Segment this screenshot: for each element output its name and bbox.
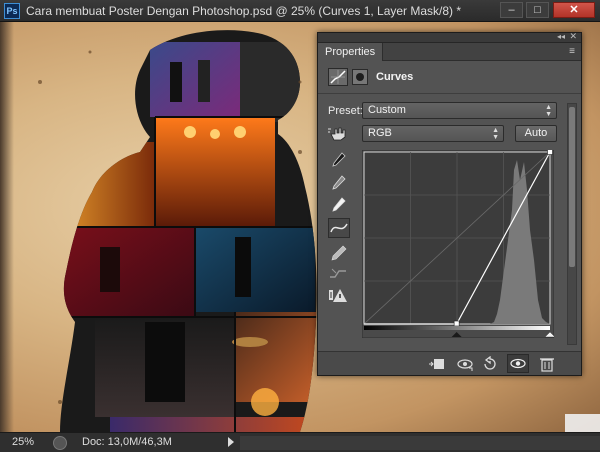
panel-tab-bar: Properties ≡ [318,43,581,61]
preset-label: Preset: [328,105,363,117]
close-button[interactable]: ✕ [553,2,595,18]
curves-adjustment-icon[interactable] [328,68,348,86]
curve-point-white[interactable] [547,150,553,155]
document-size: Doc: 13,0M/46,3M [82,436,172,448]
status-bar: 25% Doc: 13,0M/46,3M [0,432,600,452]
divider [318,93,581,94]
visibility-toggle[interactable] [507,354,529,373]
adjustment-header: Curves [328,68,568,88]
input-gradient-bar [364,326,550,330]
properties-panel[interactable]: ◂◂ ✕ Properties ≡ Curves Preset: Custom … [317,31,582,376]
clip-to-layer-icon[interactable] [428,356,446,372]
close-panel-icon[interactable]: ✕ [569,31,577,42]
layer-mask-icon[interactable] [352,69,368,85]
auto-button[interactable]: Auto [515,125,557,142]
sample-gray-eyedropper-icon[interactable] [328,174,348,192]
curve-point-black[interactable] [453,320,460,327]
curves-graph[interactable] [362,150,554,338]
sample-black-eyedropper-icon[interactable] [328,151,348,169]
channel-value: RGB [368,127,392,139]
on-image-adjust-icon[interactable] [328,125,350,141]
panel-footer [318,351,581,375]
smooth-curve-icon[interactable] [328,265,348,283]
photoshop-logo-icon: Ps [4,3,20,19]
tab-properties[interactable]: Properties [318,43,384,61]
draw-pencil-icon[interactable] [328,244,348,262]
minimize-button[interactable]: – [500,2,523,18]
trash-icon[interactable] [538,356,556,372]
panel-header-strip: ◂◂ ✕ [318,31,581,43]
horizontal-scroll-track[interactable] [240,436,600,450]
maximize-button[interactable]: □ [526,2,549,18]
status-menu-arrow-icon[interactable] [228,437,234,447]
preset-dropdown[interactable]: Custom ▲ ▼ [362,102,557,119]
chevron-updown-icon: ▲ ▼ [545,104,552,118]
panel-menu-icon[interactable]: ≡ [569,46,575,57]
clipping-warning-icon[interactable] [328,286,348,304]
scrollbar-thumb[interactable] [569,107,575,267]
collapse-panel-icon[interactable]: ◂◂ [557,32,565,41]
panel-scrollbar[interactable] [567,103,577,345]
view-previous-icon[interactable] [456,356,474,372]
zoom-level-field[interactable]: 25% [12,436,48,450]
edit-points-curve-icon[interactable] [328,218,350,238]
adjustment-title: Curves [376,71,414,83]
preset-value: Custom [368,104,406,116]
reset-icon[interactable] [481,356,499,372]
visibility-eye-icon [510,358,526,369]
document-status-icon[interactable] [53,436,67,450]
sample-white-eyedropper-icon[interactable] [328,196,348,214]
chevron-updown-icon: ▲ ▼ [492,127,499,141]
document-title: Cara membuat Poster Dengan Photoshop.psd… [26,4,462,18]
title-bar: Ps Cara membuat Poster Dengan Photoshop.… [0,0,600,22]
channel-dropdown[interactable]: RGB ▲ ▼ [362,125,504,142]
